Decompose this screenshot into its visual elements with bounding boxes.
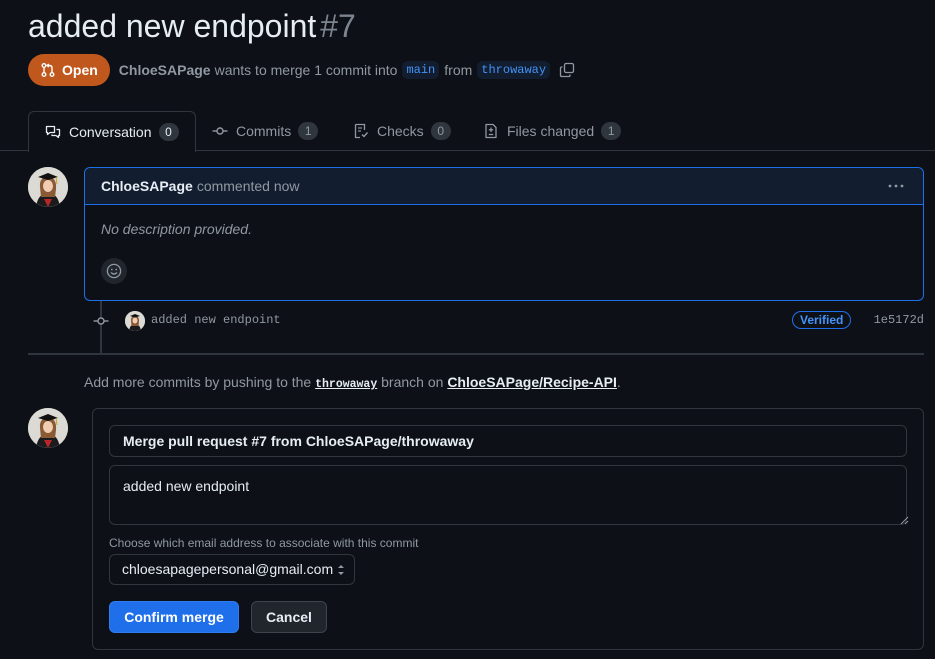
confirm-merge-button[interactable]: Confirm merge (109, 601, 239, 633)
git-commit-icon (212, 127, 228, 135)
push-hint-post: . (616, 374, 621, 390)
email-select[interactable]: chloesapagepersonal@gmail.com (109, 554, 355, 585)
checklist-icon (354, 123, 369, 139)
pr-author-link[interactable]: ChloeSAPage (119, 62, 211, 78)
timeline-commit: added new endpoint Verified 1e5172d (92, 311, 924, 331)
merge-description-textarea[interactable]: added new endpoint (109, 465, 907, 525)
pr-title-text: added new endpoint (28, 8, 317, 44)
avatar[interactable] (28, 408, 68, 448)
push-hint: Add more commits by pushing to the throw… (84, 374, 621, 391)
email-select-value: chloesapagepersonal@gmail.com (122, 561, 334, 577)
cancel-button[interactable]: Cancel (251, 601, 327, 633)
tab-counter: 1 (298, 122, 319, 140)
comment-body: No description provided. (101, 221, 252, 237)
comment-discussion-icon (45, 125, 61, 139)
tab-counter: 0 (430, 122, 451, 140)
pr-title: added new endpoint #7 (28, 8, 356, 45)
push-hint-branch[interactable]: throwaway (315, 378, 377, 391)
pr-status-row: Open ChloeSAPage wants to merge 1 commit… (28, 54, 575, 86)
add-reaction-button[interactable] (101, 258, 127, 284)
tab-commits[interactable]: Commits 1 (212, 111, 319, 151)
git-commit-icon (93, 317, 109, 325)
resize-handle-icon[interactable] (899, 515, 909, 525)
push-hint-pre: Add more commits by pushing to the (84, 374, 312, 390)
comment-author[interactable]: ChloeSAPage (101, 178, 193, 194)
tab-label: Checks (377, 123, 424, 139)
commit-sha-link[interactable]: 1e5172d (874, 313, 924, 327)
copy-icon[interactable] (559, 62, 575, 78)
select-arrows-icon (338, 565, 344, 575)
tab-counter: 0 (158, 123, 179, 141)
avatar[interactable] (28, 167, 68, 207)
from-text: from (444, 62, 473, 78)
tab-label: Conversation (69, 124, 152, 140)
head-branch[interactable]: throwaway (477, 61, 551, 79)
avatar[interactable] (125, 311, 145, 331)
timeline-divider (28, 353, 924, 355)
merge-form: added new endpoint Choose which email ad… (92, 408, 924, 650)
repo-link[interactable]: ChloeSAPage/Recipe-API (447, 374, 617, 390)
email-select-label: Choose which email address to associate … (109, 536, 419, 550)
comment-box: ChloeSAPage commented now No description… (84, 167, 924, 301)
tab-counter: 1 (601, 122, 622, 140)
comment-time[interactable]: commented now (197, 178, 300, 194)
git-pull-request-icon (41, 63, 55, 77)
file-diff-icon (485, 123, 497, 139)
tab-label: Files changed (507, 123, 595, 139)
comment-header: ChloeSAPage commented now (85, 168, 923, 205)
verified-badge[interactable]: Verified (792, 311, 852, 329)
smiley-icon (106, 263, 122, 279)
pr-tabs: Conversation 0 Commits 1 Checks 0 Files … (0, 111, 935, 152)
base-branch[interactable]: main (402, 61, 440, 79)
push-hint-mid: branch on (381, 374, 444, 390)
tab-files-changed[interactable]: Files changed 1 (483, 111, 622, 151)
tab-checks[interactable]: Checks 0 (353, 111, 451, 151)
state-badge-open: Open (28, 54, 110, 86)
tab-label: Commits (236, 123, 292, 139)
merge-text: wants to merge 1 commit into (214, 62, 398, 78)
tab-conversation[interactable]: Conversation 0 (28, 111, 196, 152)
merge-summary: ChloeSAPage wants to merge 1 commit into… (119, 61, 575, 79)
kebab-horizontal-icon[interactable] (887, 178, 905, 199)
merge-title-input[interactable] (109, 425, 907, 457)
commit-message-link[interactable]: added new endpoint (151, 313, 281, 327)
state-label: Open (62, 62, 98, 78)
pr-number: #7 (320, 8, 356, 44)
